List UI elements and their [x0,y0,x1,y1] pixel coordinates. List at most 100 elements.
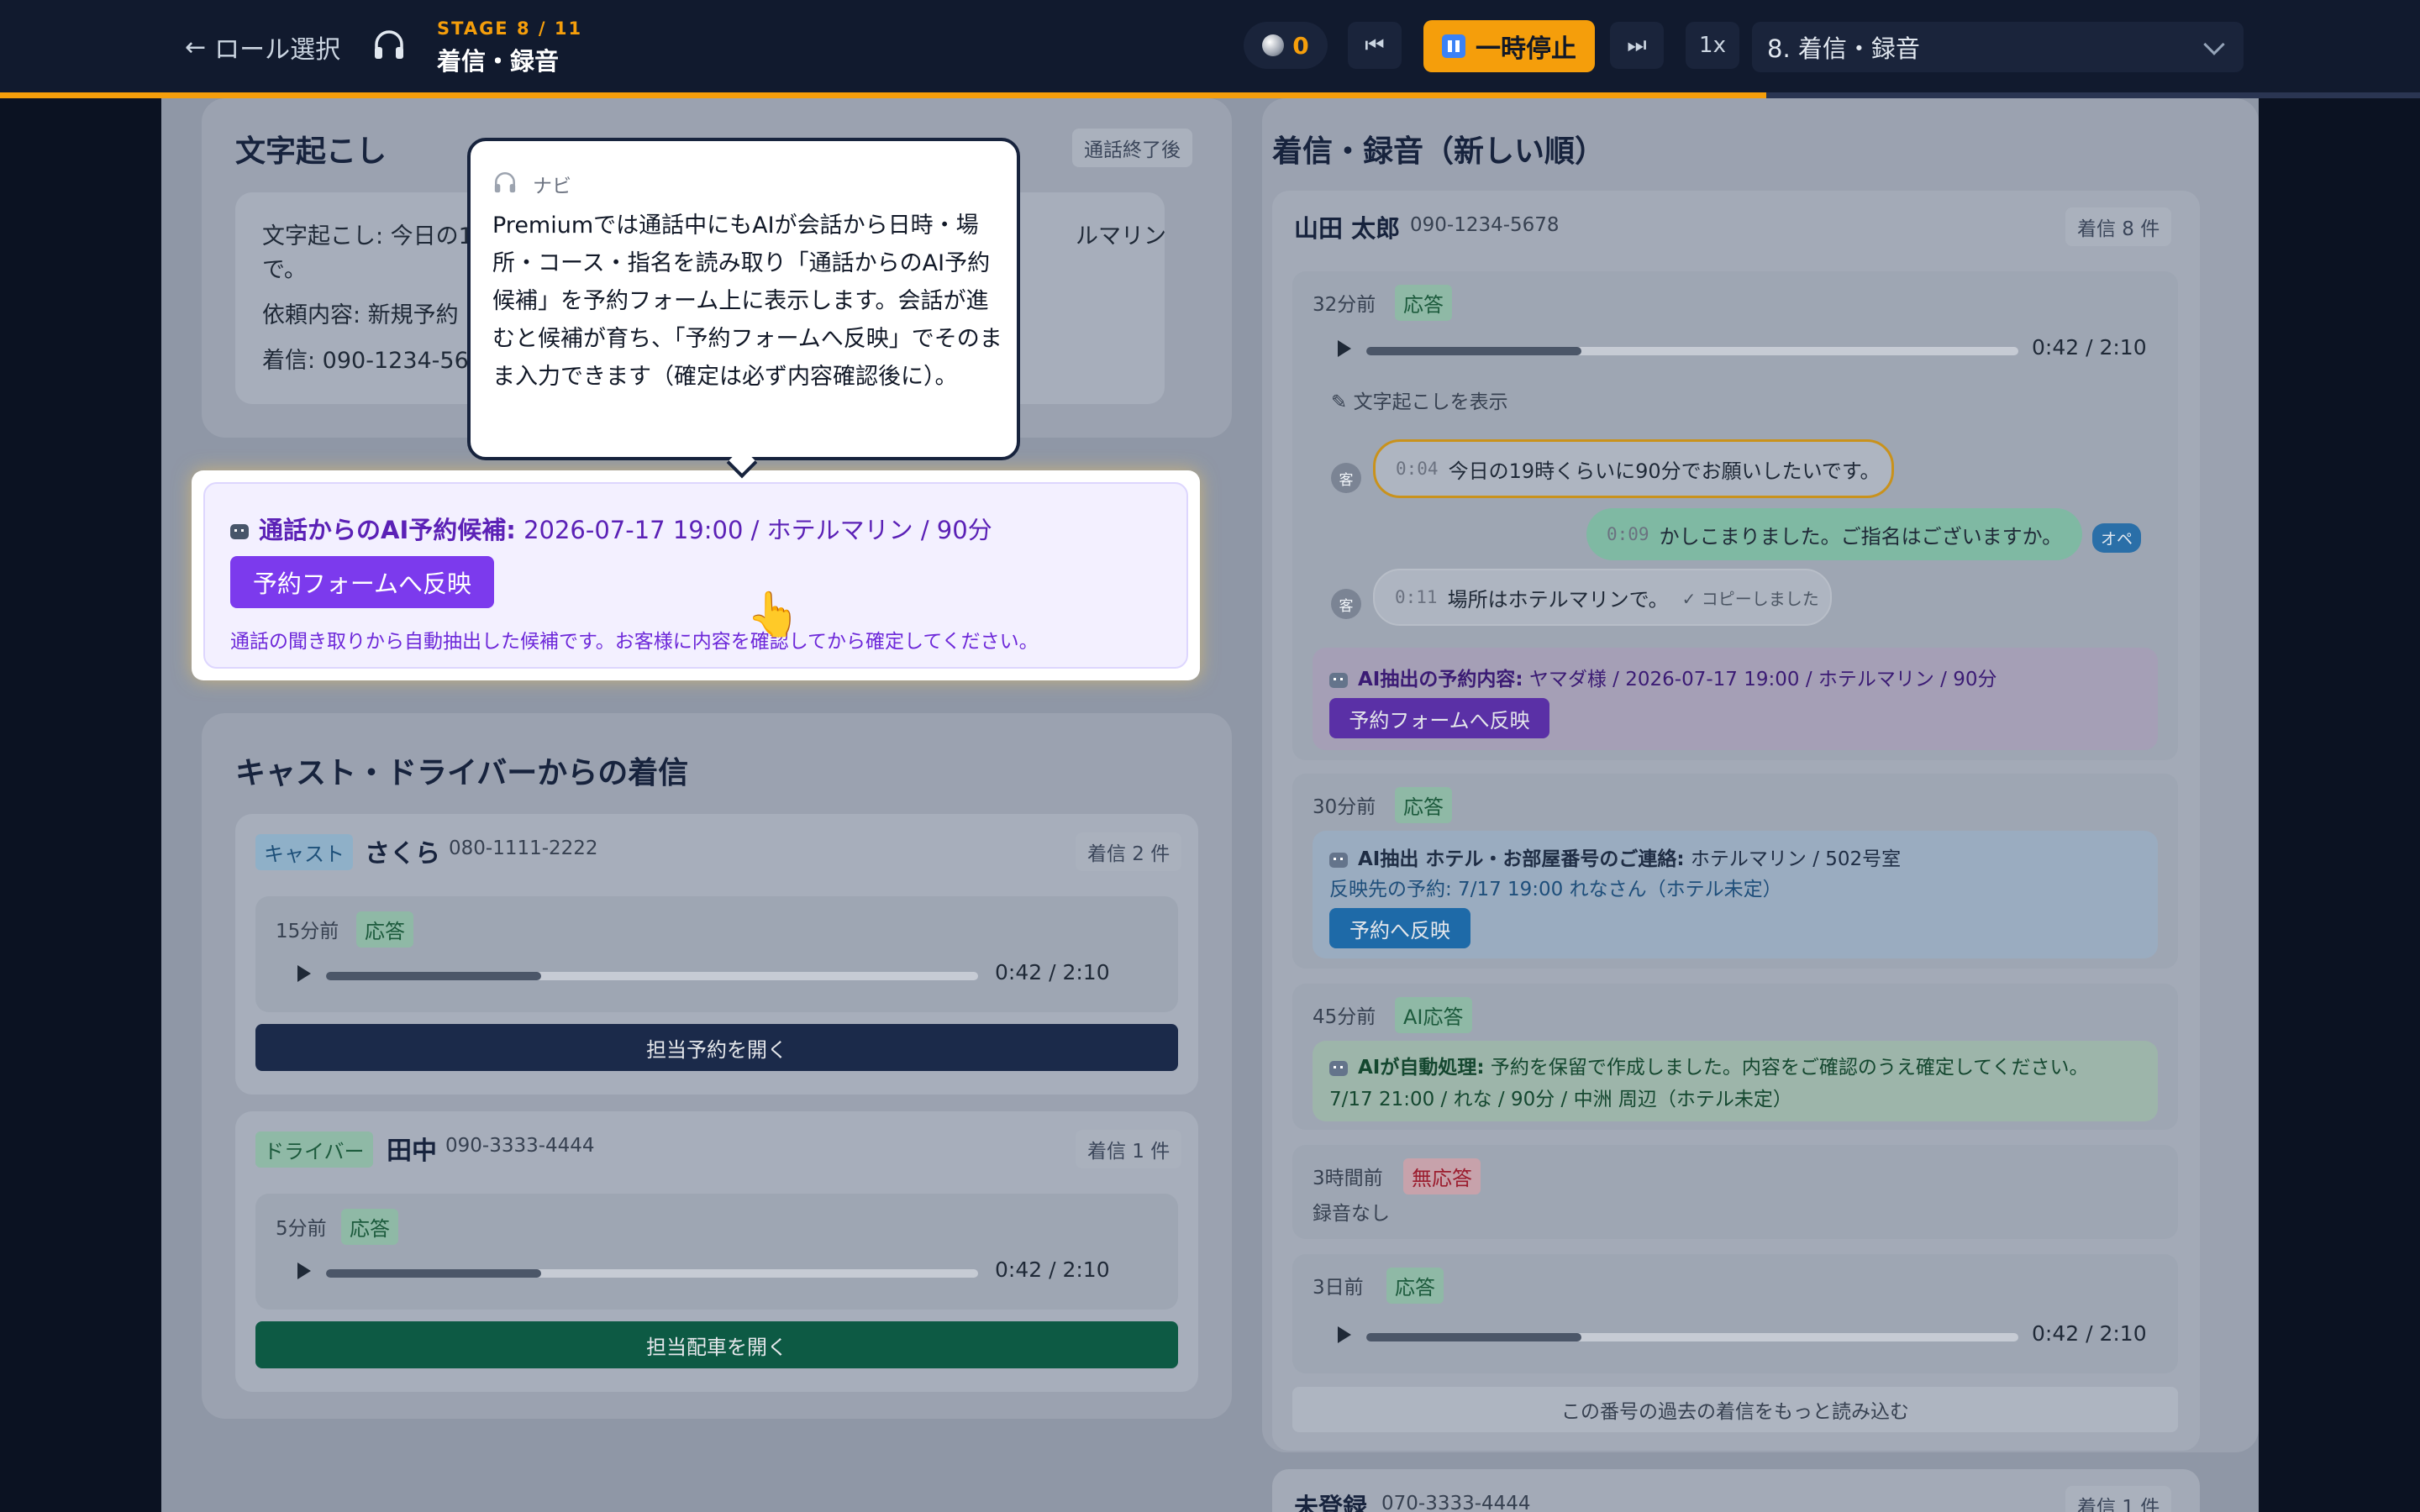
message-text: かしこまりました。ご指名はございますか。 [1659,524,2063,549]
chevron-down-icon [2203,34,2225,55]
next-stage-button[interactable]: ⏭ [1610,22,1664,69]
role-tag: ドライバー [255,1131,373,1168]
navi-tooltip: ナビ Premiumでは通話中にもAIが会話から日時・場所・コース・指名を読み取… [467,138,1020,460]
call-count-badge: 着信 1 件 [1076,1130,1182,1168]
call-count-badge: 着信 1 件 [2065,1486,2172,1512]
headphones-icon [494,172,516,193]
ai-candidate-note: 通話の聞き取りから自動抽出した候補です。お客様に内容を確認してから確定してくださ… [230,631,1039,653]
audio-time: 0:42 / 2:10 [995,1257,1110,1282]
ai-extraction-line: AI抽出 ホテル・お部屋番号のご連絡: ホテルマリン / 502号室 [1329,843,1901,871]
call-time: 3時間前 [1313,1168,1383,1189]
audio-progress[interactable] [326,1269,978,1278]
message-text: 場所はホテルマリンで。 [1447,587,1669,612]
speed-button[interactable]: 1x [1686,22,1739,69]
transcript-bubble: 0:11 場所はホテルマリンで。 ✓ コピーしました [1373,569,1832,626]
coin-icon [1262,34,1285,56]
call-time: 5分前 [276,1218,327,1240]
back-to-role-select[interactable]: ← ロール選択 [185,29,340,66]
coin-counter: 0 [1244,22,1328,69]
previous-stage-button[interactable]: ⏮ [1348,22,1402,69]
audio-player[interactable]: 0:42 / 2:10 [297,1257,1138,1286]
play-icon[interactable] [297,1263,311,1279]
ai-booking-candidate-card: 通話からのAI予約候補: 2026-07-17 19:00 / ホテルマリン /… [192,470,1200,680]
skip-back-icon: ⏮ [1365,32,1385,58]
apply-to-booking-button[interactable]: 予約へ反映 [1329,908,1470,948]
audio-player[interactable]: 0:42 / 2:10 [1338,1321,2161,1350]
ai-auto-process-line: AIが自動処理: 予約を保留で作成しました。内容をご確認のうえ確定してください。 [1329,1051,2089,1079]
message-text: 今日の19時くらいに90分でお願いしたいです。 [1448,459,1881,483]
stage-title: 着信・録音 [437,47,560,76]
call-entry: 5分前 応答 0:42 / 2:10 [255,1194,1178,1310]
call-count-badge: 着信 8 件 [2065,207,2172,246]
call-entry: 45分前 AI応答 AIが自動処理: 予約を保留で作成しました。内容をご確認のう… [1292,984,2178,1130]
coin-value: 0 [1292,31,1309,60]
open-assigned-booking-button[interactable]: 担当予約を開く [255,1024,1178,1071]
pause-button[interactable]: 一時停止 [1423,20,1595,72]
status-badge: AI応答 [1395,997,1472,1033]
audio-progress[interactable] [1366,347,2018,355]
show-transcript-label: 文字起こしを表示 [1353,391,1508,413]
caller-phone: 070-3333-4444 [1381,1493,1531,1512]
arrow-left-icon: ← [185,32,207,62]
transcript-line-1: 文字起こし: 今日の1 [262,223,473,249]
call-entry: 32分前 応答 0:42 / 2:10 ✎ 文字起こしを表示 客 0:04 今日… [1292,271,2178,760]
speed-label: 1x [1699,33,1726,58]
top-bar: ← ロール選択 STAGE 8 / 11 着信・録音 0 ⏮ 一時停止 ⏭ 1x… [0,0,2420,94]
stage-counter: STAGE 8 / 11 [437,18,583,39]
message-timestamp: 0:04 [1396,459,1439,479]
staff-phone: 090-3333-4444 [445,1135,595,1157]
stage-select[interactable]: 8. 着信・録音 [1752,22,2244,72]
ai-candidate-label: 通話からのAI予約候補: [259,516,516,544]
transcript-line-1-end: ルマリン [1076,223,1166,249]
target-booking: 反映先の予約: 7/17 19:00 れなさん（ホテル未定） [1329,879,1782,900]
load-more-calls-button[interactable]: この番号の過去の着信をもっと読み込む [1292,1387,2178,1432]
ai-auto-value: 予約を保留で作成しました。内容をご確認のうえ確定してください。 [1490,1057,2089,1079]
stage-progress-bar [0,92,2420,98]
back-label: ロール選択 [214,35,341,65]
audio-player[interactable]: 0:42 / 2:10 [1338,335,2161,364]
tooltip-header: ナビ [533,176,571,197]
operator-badge: オペ [2092,523,2142,553]
audio-progress[interactable] [326,972,978,980]
ai-candidate-line: 通話からのAI予約候補: 2026-07-17 19:00 / ホテルマリン /… [230,511,992,546]
robot-icon [230,524,249,539]
role-tag: キャスト [255,834,353,870]
audio-time: 0:42 / 2:10 [2032,335,2147,360]
call-time: 3日前 [1313,1277,1364,1299]
audio-player[interactable]: 0:42 / 2:10 [297,960,1138,989]
ai-extraction-box: AI抽出の予約内容: ヤマダ様 / 2026-07-17 19:00 / ホテル… [1313,648,2158,750]
staff-name: 田中 [387,1137,437,1166]
call-entry: 30分前 応答 AI抽出 ホテル・お部屋番号のご連絡: ホテルマリン / 502… [1292,774,2178,969]
ai-extraction-label: AI抽出の予約内容: [1358,669,1523,690]
call-time: 45分前 [1313,1006,1376,1028]
call-ended-badge: 通話終了後 [1072,129,1192,167]
status-badge: 応答 [1395,787,1452,823]
status-badge: 応答 [356,911,413,948]
status-badge: 応答 [1395,285,1452,321]
staff-call-card: ドライバー 田中 090-3333-4444 着信 1 件 5分前 応答 0:4… [235,1111,1198,1392]
memo-icon: ✎ [1331,391,1354,413]
ai-extraction-line: AI抽出の予約内容: ヤマダ様 / 2026-07-17 19:00 / ホテル… [1329,663,1997,691]
ai-candidate-value: 2026-07-17 19:00 / ホテルマリン / 90分 [523,516,992,544]
play-icon[interactable] [297,965,311,982]
call-entry: 15分前 応答 0:42 / 2:10 [255,896,1178,1012]
status-badge: 応答 [1386,1268,1444,1304]
play-icon[interactable] [1338,340,1351,357]
skip-forward-icon: ⏭ [1627,32,1647,58]
show-transcript-toggle[interactable]: ✎ 文字起こしを表示 [1331,386,1508,414]
apply-to-booking-form-button[interactable]: 予約フォームへ反映 [230,556,494,608]
caller-phone: 090-1234-5678 [1410,214,1560,236]
open-assigned-dispatch-button[interactable]: 担当配車を開く [255,1321,1178,1368]
audio-progress[interactable] [1366,1333,2018,1341]
headphones-icon [375,30,403,59]
apply-to-booking-form-button[interactable]: 予約フォームへ反映 [1329,698,1549,738]
call-entry: 3時間前 無応答 録音なし [1292,1145,2178,1239]
transcript-bubble: 0:04 今日の19時くらいに90分でお願いしたいです。 [1373,439,1894,498]
staff-calls-panel: キャスト・ドライバーからの着信 キャスト さくら 080-1111-2222 着… [202,713,1232,1419]
ai-auto-process-box: AIが自動処理: 予約を保留で作成しました。内容をご確認のうえ確定してください。… [1313,1041,2158,1121]
call-time: 30分前 [1313,796,1376,818]
transcript-bubble: 0:09 かしこまりました。ご指名はございますか。 [1586,508,2082,560]
status-badge: 応答 [341,1209,398,1245]
play-icon[interactable] [1338,1326,1351,1343]
robot-icon [1329,1060,1348,1076]
